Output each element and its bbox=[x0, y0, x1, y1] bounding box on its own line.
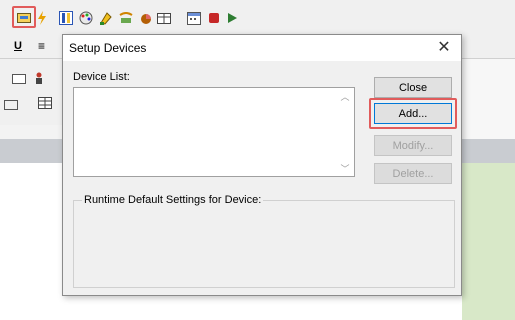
frame-icon[interactable] bbox=[4, 99, 18, 113]
align-icon[interactable]: ≡ bbox=[38, 39, 45, 53]
format-toolbar-right bbox=[462, 36, 515, 59]
delete-button[interactable]: Delete... bbox=[374, 163, 452, 184]
device-list-label: Device List: bbox=[73, 71, 130, 83]
setup-devices-dialog: Setup Devices ✕ Device List: ︿ ﹀ Close A… bbox=[62, 34, 462, 296]
tools-icon[interactable] bbox=[118, 10, 134, 26]
add-button[interactable]: Add... bbox=[374, 103, 452, 124]
background-bottom bbox=[62, 296, 462, 320]
pie-icon[interactable] bbox=[138, 10, 154, 26]
device-list[interactable]: ︿ ﹀ bbox=[73, 87, 355, 177]
columns-icon[interactable] bbox=[58, 10, 74, 26]
scroll-up-icon[interactable]: ︿ bbox=[340, 90, 350, 103]
dialog-titlebar[interactable]: Setup Devices ✕ bbox=[63, 35, 461, 61]
palette-icon[interactable] bbox=[78, 10, 94, 26]
device-setup-icon[interactable] bbox=[16, 10, 32, 26]
dialog-title: Setup Devices bbox=[69, 41, 147, 55]
table-icon[interactable] bbox=[156, 10, 172, 26]
left-toolbox bbox=[0, 59, 62, 125]
calendar-icon[interactable] bbox=[186, 10, 202, 26]
runtime-settings-label: Runtime Default Settings for Device: bbox=[82, 194, 264, 206]
underline-icon[interactable]: U bbox=[14, 40, 22, 52]
device-list-scrollbar[interactable]: ︿ ﹀ bbox=[337, 88, 354, 176]
paint-icon[interactable] bbox=[98, 10, 114, 26]
play-icon[interactable] bbox=[224, 10, 240, 26]
window-icon[interactable] bbox=[12, 73, 26, 87]
close-icon[interactable]: ✕ bbox=[435, 38, 453, 56]
modify-button[interactable]: Modify... bbox=[374, 135, 452, 156]
app-toolbar bbox=[0, 0, 515, 36]
lightning-icon[interactable] bbox=[38, 10, 46, 26]
scroll-down-icon[interactable]: ﹀ bbox=[340, 162, 350, 175]
close-button[interactable]: Close bbox=[374, 77, 452, 98]
background-canvas bbox=[0, 163, 62, 320]
background-panel bbox=[462, 59, 515, 139]
background-green-area bbox=[462, 163, 515, 320]
runtime-settings-group: Runtime Default Settings for Device: bbox=[73, 194, 455, 288]
stop-icon[interactable] bbox=[206, 10, 222, 26]
format-toolbar: U ≡ bbox=[0, 36, 62, 59]
grid-icon[interactable] bbox=[38, 97, 52, 112]
person-icon[interactable] bbox=[34, 72, 44, 87]
